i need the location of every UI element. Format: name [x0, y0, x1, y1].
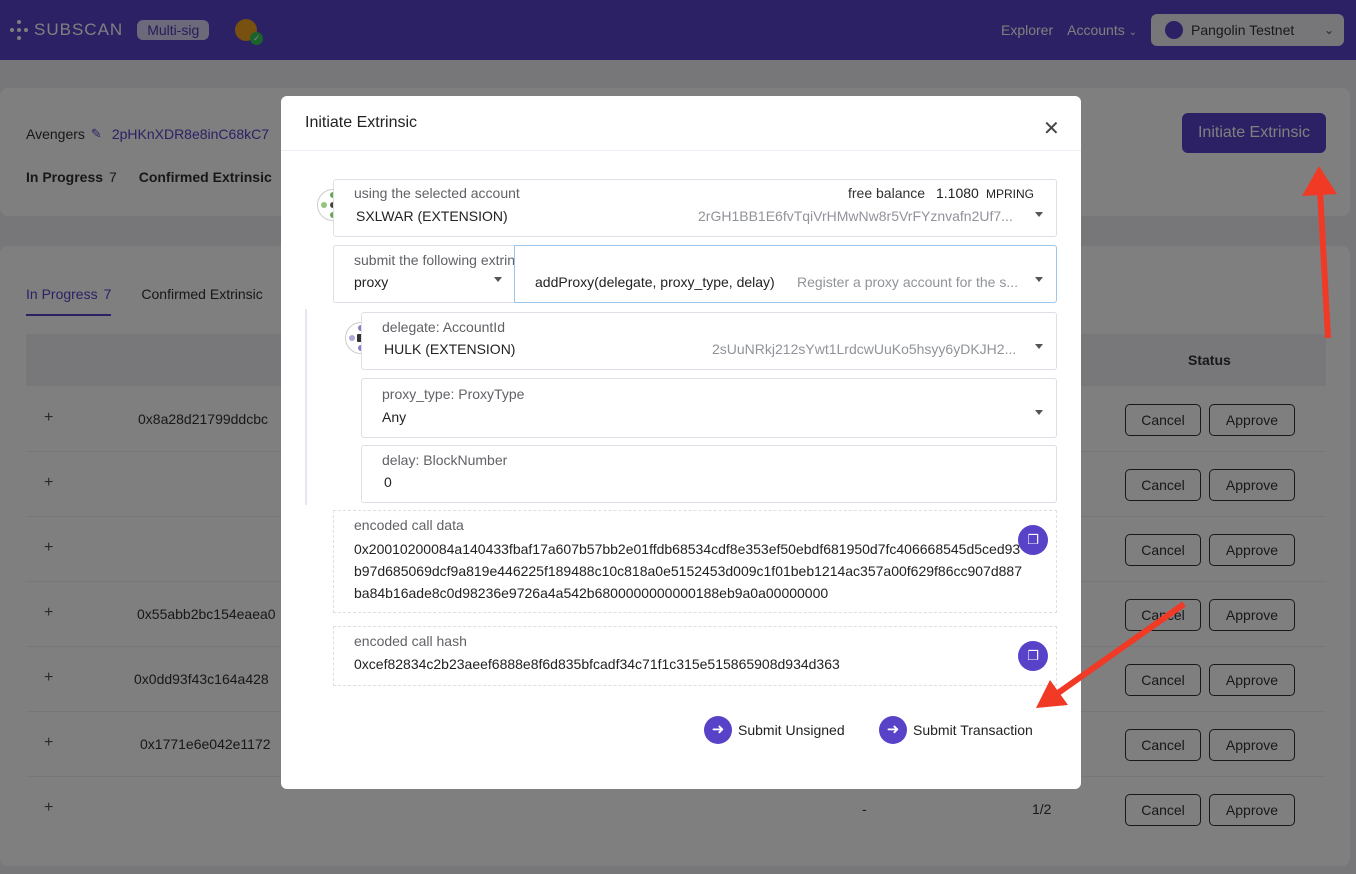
- params-guide-line: [305, 309, 307, 505]
- delegate-value: HULK (EXTENSION): [384, 341, 516, 357]
- sign-in-icon: ➜: [704, 716, 732, 744]
- account-select-label: using the selected account: [354, 185, 520, 201]
- extrinsic-label-text: submit the following extrinsic: [354, 252, 533, 268]
- submit-transaction-label: Submit Transaction: [913, 722, 1033, 738]
- module-select-value[interactable]: proxy: [354, 274, 388, 290]
- delay-value: 0: [384, 474, 392, 490]
- delegate-select[interactable]: delegate: AccountId HULK (EXTENSION) 2sU…: [361, 312, 1057, 370]
- copy-icon[interactable]: ❐: [1018, 641, 1048, 671]
- proxy-type-value: Any: [382, 409, 407, 425]
- call-hash-label: encoded call hash: [354, 633, 467, 649]
- call-data-label: encoded call data: [354, 517, 464, 533]
- account-address: 2rGH1BB1E6fvTqiVrHMwNw8r5VrFYznvafn2Uf7.…: [698, 208, 1013, 224]
- call-description: Register a proxy account for the s...: [797, 274, 1018, 290]
- submit-unsigned-button[interactable]: ➜ Submit Unsigned: [704, 716, 845, 744]
- free-balance-label: free balance: [848, 185, 926, 201]
- delegate-address: 2sUuNRkj212sYwt1LrdcwUuKo5hsyy6yDKJH2...: [712, 341, 1017, 357]
- modal-title: Initiate Extrinsic: [305, 114, 418, 131]
- call-hash-value: 0xcef82834c2b23aeef6888e8f6d835bfcadf34c…: [354, 656, 840, 672]
- delegate-label: delegate: AccountId: [382, 319, 505, 335]
- caret-down-icon: [1035, 410, 1043, 415]
- close-icon[interactable]: ✕: [1043, 116, 1060, 141]
- free-balance-value: 1.1080: [936, 185, 979, 201]
- caret-down-icon: [1035, 277, 1043, 282]
- delay-label: delay: BlockNumber: [382, 452, 508, 468]
- call-select-value: addProxy(delegate, proxy_type, delay): [535, 274, 775, 290]
- free-balance-unit: MPRING: [986, 187, 1034, 201]
- call-data-value: 0x20010200084a140433fbaf17a607b57bb2e01f…: [354, 541, 1022, 601]
- caret-down-icon: [494, 277, 502, 282]
- account-select[interactable]: using the selected account SXLWAR (EXTEN…: [333, 179, 1057, 237]
- caret-down-icon: [1035, 212, 1043, 217]
- encoded-call-hash-box: encoded call hash 0xcef82834c2b23aeef688…: [333, 626, 1057, 686]
- copy-icon[interactable]: ❐: [1018, 525, 1048, 555]
- encoded-call-data-box: encoded call data 0x20010200084a140433fb…: [333, 510, 1057, 613]
- caret-down-icon: [1035, 344, 1043, 349]
- proxy-type-select[interactable]: proxy_type: ProxyType Any: [361, 378, 1057, 438]
- call-select[interactable]: addProxy(delegate, proxy_type, delay) Re…: [514, 245, 1057, 303]
- sign-in-icon: ➜: [879, 716, 907, 744]
- initiate-extrinsic-modal: Initiate Extrinsic ✕ using the selected …: [281, 96, 1081, 789]
- account-select-value: SXLWAR (EXTENSION): [356, 208, 508, 224]
- divider: [281, 150, 1081, 151]
- proxy-type-label: proxy_type: ProxyType: [382, 386, 525, 402]
- submit-unsigned-label: Submit Unsigned: [738, 722, 845, 738]
- delay-input[interactable]: delay: BlockNumber 0: [361, 445, 1057, 503]
- submit-transaction-button[interactable]: ➜ Submit Transaction: [879, 716, 1033, 744]
